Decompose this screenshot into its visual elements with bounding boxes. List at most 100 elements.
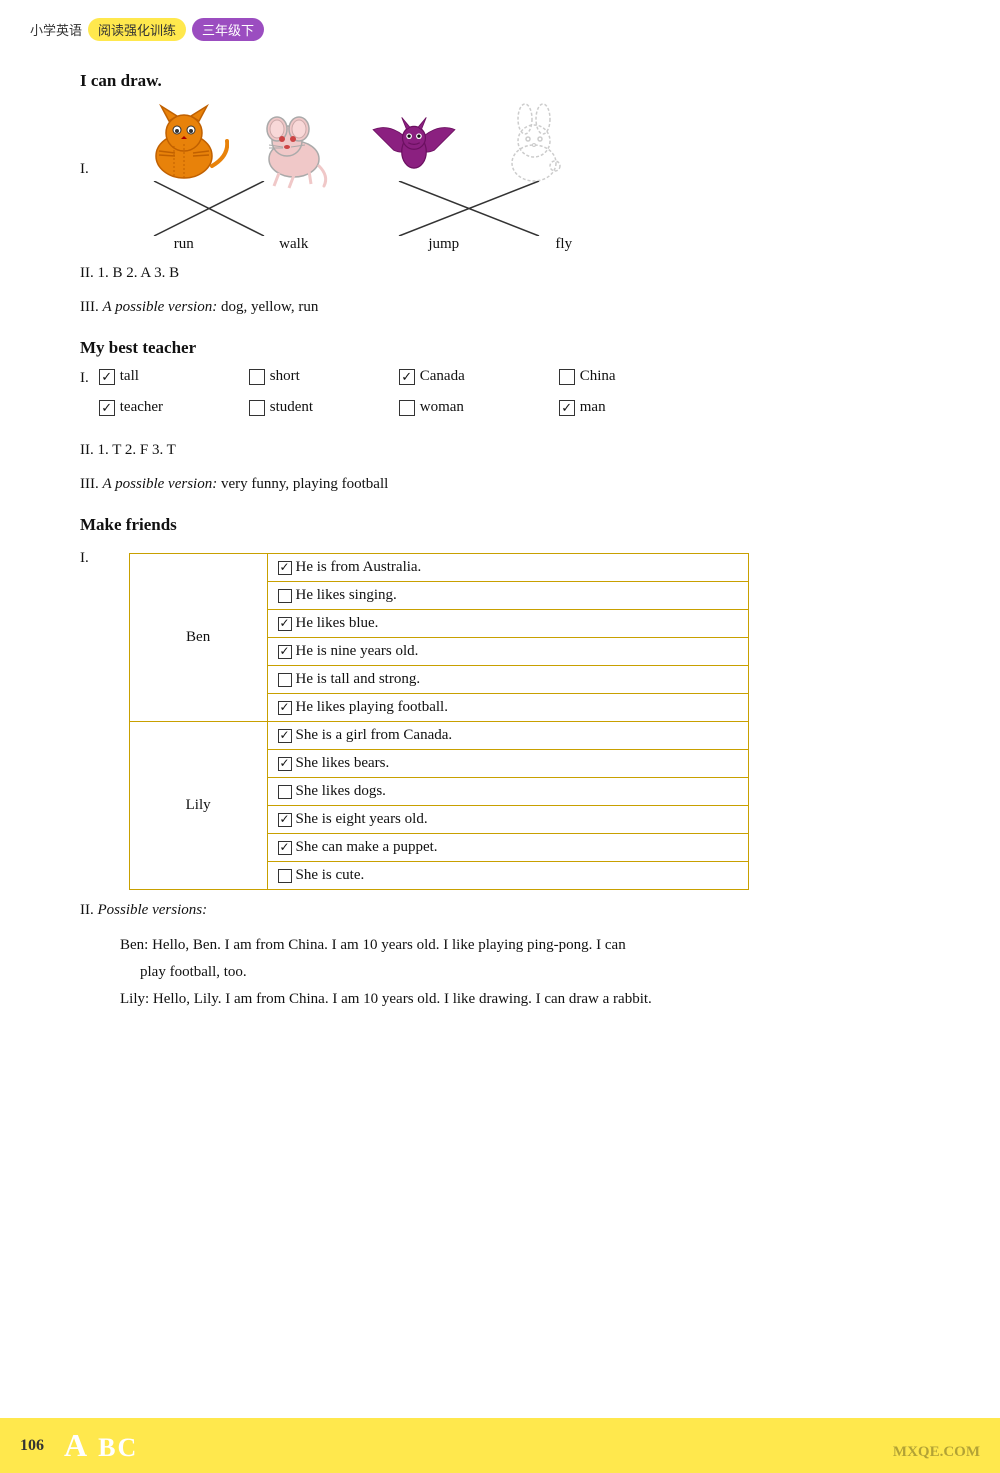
table-row: Ben He is from Australia.	[129, 554, 748, 582]
lily-cb-2	[278, 757, 292, 771]
footer: 106 A BC MXQE.COM	[0, 1418, 1000, 1473]
rabbit-icon	[489, 101, 579, 191]
footer-a: A	[64, 1427, 89, 1463]
ben-text-3: He likes blue.	[296, 615, 379, 632]
section1-answer3: III. A possible version: dog, yellow, ru…	[80, 295, 920, 321]
ben-item-5: He is tall and strong.	[267, 666, 748, 694]
section2-roman3-italic: A possible version:	[103, 476, 218, 492]
lily-cb-1	[278, 729, 292, 743]
header-text: 小学英语	[30, 20, 82, 39]
section2-answer2: II. 1. T 2. F 3. T	[80, 438, 920, 464]
section2-answer3: III. A possible version: very funny, pla…	[80, 472, 920, 498]
footer-watermark: MXQE.COM	[893, 1444, 980, 1461]
badge-grade: 三年级下	[192, 18, 264, 41]
ben-item-4: He is nine years old.	[267, 638, 748, 666]
cb-short-box	[249, 369, 265, 385]
cb-tall: tall	[99, 368, 219, 385]
cb-short: short	[249, 368, 369, 385]
section3-title: Make friends	[80, 515, 920, 535]
main-content: I can draw. I.	[0, 41, 1000, 1113]
section3-roman2-italic: Possible versions:	[98, 902, 208, 918]
section1-title: I can draw.	[80, 71, 920, 91]
label-run: run	[129, 236, 239, 253]
ben-possible-text1: Ben: Hello, Ben. I am from China. I am 1…	[120, 932, 920, 959]
badge-reading: 阅读强化训练	[88, 18, 186, 41]
label-fly: fly	[509, 236, 619, 253]
lily-text-4: She is eight years old.	[296, 811, 428, 828]
lily-cb-6	[278, 869, 292, 883]
ben-cb-4	[278, 645, 292, 659]
footer-bc: BC	[98, 1433, 138, 1462]
section1-roman3-label: III.	[80, 299, 99, 315]
section1-roman1: I.	[80, 161, 89, 178]
cat-icon	[139, 101, 229, 191]
ben-text-5: He is tall and strong.	[296, 671, 421, 688]
cb-tall-label: tall	[120, 368, 139, 385]
labels-row: run walk jump fly	[129, 236, 619, 253]
mouse-icon	[249, 101, 339, 191]
section-make-friends: Make friends I. Ben He is from Australia…	[80, 515, 920, 1013]
cb-student: student	[249, 399, 369, 416]
animal-mouse	[239, 101, 349, 191]
header: 小学英语 阅读强化训练 三年级下	[0, 0, 1000, 41]
label-jump: jump	[379, 236, 509, 253]
checkbox-grid: tall short Canada China	[99, 368, 679, 430]
table-row: Lily She is a girl from Canada.	[129, 722, 748, 750]
lily-text-6: She is cute.	[296, 867, 365, 884]
cb-student-label: student	[270, 399, 313, 416]
section-i-can-draw: I can draw. I.	[80, 71, 920, 320]
ben-possible-text2: play football, too.	[140, 959, 920, 986]
section2-roman3-label: III.	[80, 476, 99, 492]
lily-item-3: She likes dogs.	[267, 778, 748, 806]
cb-tall-box	[99, 369, 115, 385]
ben-text-2: He likes singing.	[296, 587, 397, 604]
section2-roman1: I.	[80, 370, 89, 387]
animal-cat	[129, 101, 239, 191]
cb-man: man	[559, 399, 679, 416]
make-friends-table: Ben He is from Australia. He likes singi…	[129, 553, 749, 890]
lily-text-3: She likes dogs.	[296, 783, 386, 800]
cb-student-box	[249, 400, 265, 416]
lily-item-1: She is a girl from Canada.	[267, 722, 748, 750]
cb-teacher-label: teacher	[120, 399, 163, 416]
ben-cb-6	[278, 701, 292, 715]
ben-item-3: He likes blue.	[267, 610, 748, 638]
lily-item-2: She likes bears.	[267, 750, 748, 778]
cb-china: China	[559, 368, 679, 385]
ben-text-1: He is from Australia.	[296, 559, 422, 576]
cb-woman: woman	[399, 399, 529, 416]
section2-title: My best teacher	[80, 338, 920, 358]
lily-cell: Lily	[129, 722, 267, 890]
lily-item-4: She is eight years old.	[267, 806, 748, 834]
ben-cb-2	[278, 589, 292, 603]
label-walk: walk	[239, 236, 349, 253]
ben-text-6: He likes playing football.	[296, 699, 448, 716]
ben-text-4: He is nine years old.	[296, 643, 419, 660]
cb-canada: Canada	[399, 368, 529, 385]
checkbox-row1: tall short Canada China	[99, 368, 679, 385]
cb-woman-box	[399, 400, 415, 416]
cb-man-box	[559, 400, 575, 416]
lily-cb-5	[278, 841, 292, 855]
ben-cell: Ben	[129, 554, 267, 722]
page-number: 106	[20, 1437, 44, 1455]
lily-item-5: She can make a puppet.	[267, 834, 748, 862]
cb-short-label: short	[270, 368, 300, 385]
cross-cat-mouse	[99, 181, 319, 236]
footer-abc: A BC	[64, 1427, 138, 1464]
ben-cb-5	[278, 673, 292, 687]
ben-item-1: He is from Australia.	[267, 554, 748, 582]
ben-item-2: He likes singing.	[267, 582, 748, 610]
animals-row	[129, 101, 619, 191]
section1-answer2: II. 1. B 2. A 3. B	[80, 261, 920, 287]
section3-answer2: II. Possible versions:	[80, 898, 920, 924]
section2-roman3-text: very funny, playing football	[221, 476, 388, 492]
lily-text-5: She can make a puppet.	[296, 839, 438, 856]
ben-item-6: He likes playing football.	[267, 694, 748, 722]
checkbox-row2: teacher student woman man	[99, 399, 679, 416]
cb-woman-label: woman	[420, 399, 464, 416]
cb-china-box	[559, 369, 575, 385]
lily-text-2: She likes bears.	[296, 755, 390, 772]
lily-cb-4	[278, 813, 292, 827]
section1-roman3-italic: A possible version:	[103, 299, 218, 315]
